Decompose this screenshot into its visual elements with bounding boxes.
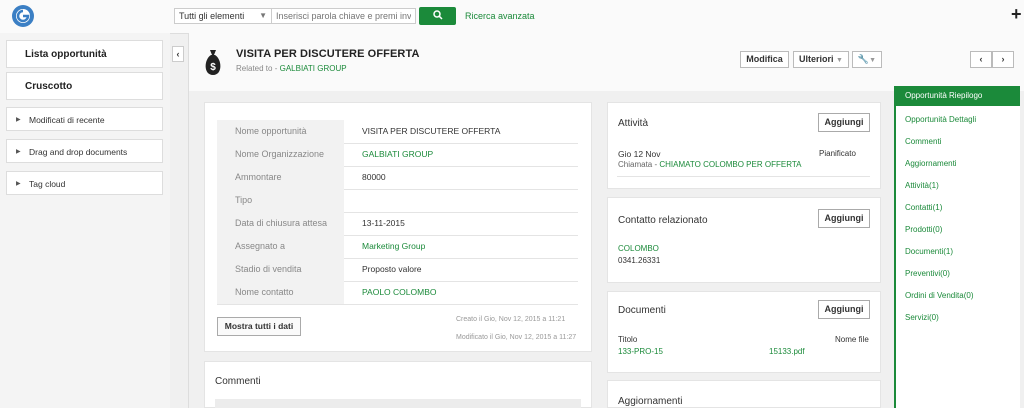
chevron-right-icon: › (1001, 54, 1005, 64)
search-scope-select[interactable]: Tutti gli elementi ▼ (174, 8, 272, 24)
activity-row: Chiamata - CHIAMATO COLOMBO PER OFFERTA (618, 160, 802, 169)
table-row: Nome Organizzazione GALBIATI GROUP (217, 143, 578, 167)
documents-title: Documenti (618, 305, 666, 316)
edit-button[interactable]: Modifica (740, 51, 789, 68)
documents-col-filename: Nome file (835, 335, 869, 344)
related-nav-products[interactable]: Prodotti(0) (905, 225, 942, 234)
related-nav-services[interactable]: Servizi(0) (905, 313, 939, 322)
related-list-nav: Opportunità Riepilogo Opportunità Dettag… (894, 86, 1020, 408)
add-activity-button[interactable]: Aggiungi (818, 113, 870, 132)
organization-link[interactable]: GALBIATI GROUP (362, 143, 433, 166)
sidebar-widget-recent[interactable]: ▶ Modificati di recente (6, 107, 163, 131)
table-row: Stadio di vendita Proposto valore (217, 258, 578, 282)
activity-date: Gio 12 Nov (618, 149, 661, 159)
table-row: Data di chiusura attesa 13-11-2015 (217, 212, 578, 236)
contact-link[interactable]: PAOLO COLOMBO (362, 281, 436, 304)
expand-triangle-icon: ▶ (16, 149, 21, 155)
related-nav-documents[interactable]: Documenti(1) (905, 247, 953, 256)
more-actions-button[interactable]: Ulteriori ▼ (793, 51, 849, 68)
table-row: Nome opportunità VISITA PER DISCUTERE OFF… (217, 120, 578, 144)
collapse-sidebar-button[interactable]: ‹ (172, 46, 184, 62)
table-row: Tipo (217, 189, 578, 213)
quick-create-plus-icon[interactable]: + (1011, 4, 1022, 25)
related-nav-quotes[interactable]: Preventivi(0) (905, 269, 950, 278)
related-to: Related to - GALBIATI GROUP (236, 64, 347, 73)
comment-input-area[interactable] (215, 399, 581, 408)
chevron-down-icon: ▼ (869, 57, 877, 64)
modified-timestamp: Modificato il Gio, Nov 12, 2015 a 11:27 (456, 334, 577, 341)
related-nav-comments[interactable]: Commenti (905, 137, 941, 146)
record-title: VISITA PER DISCUTERE OFFERTA (236, 48, 420, 60)
assigned-to-link[interactable]: Marketing Group (362, 235, 425, 258)
related-nav-details[interactable]: Opportunità Dettagli (905, 115, 976, 124)
document-file-link[interactable]: 15133.pdf (769, 347, 805, 356)
documents-col-title: Titolo (618, 335, 638, 344)
created-timestamp: Creato il Gio, Nov 12, 2015 a 11:21 (456, 316, 566, 323)
app-logo-icon[interactable] (11, 4, 35, 28)
contact-name-link[interactable]: COLOMBO (618, 244, 659, 253)
related-nav-summary[interactable]: Opportunità Riepilogo (896, 86, 1020, 106)
expand-triangle-icon: ▶ (16, 117, 21, 123)
sidebar-item-opportunity-list[interactable]: Lista opportunità (6, 40, 163, 68)
add-contact-button[interactable]: Aggiungi (818, 209, 870, 228)
previous-record-button[interactable]: ‹ (970, 51, 992, 68)
activities-title: Attività (618, 118, 649, 129)
expand-triangle-icon: ▶ (16, 181, 21, 187)
chevron-left-icon: ‹ (979, 54, 983, 64)
show-all-data-button[interactable]: Mostra tutti i dati (217, 317, 301, 336)
search-icon (432, 10, 443, 20)
related-contact-title: Contatto relazionato (618, 215, 708, 226)
table-row: Nome contatto PAOLO COLOMBO (217, 281, 578, 305)
document-title-link[interactable]: 133-PRO-15 (618, 347, 663, 356)
next-record-button[interactable]: › (992, 51, 1014, 68)
related-nav-activities[interactable]: Attività(1) (905, 181, 939, 190)
sidebar-widget-tag-cloud[interactable]: ▶ Tag cloud (6, 171, 163, 195)
divider (617, 176, 870, 177)
svg-text:$: $ (210, 62, 216, 73)
wrench-icon: 🔧 (857, 54, 870, 64)
comments-title: Commenti (215, 376, 261, 387)
sidebar-widget-drag-drop[interactable]: ▶ Drag and drop documents (6, 139, 163, 163)
related-organization-link[interactable]: GALBIATI GROUP (280, 64, 347, 73)
contact-phone: 0341.26331 (618, 256, 661, 265)
add-document-button[interactable]: Aggiungi (818, 300, 870, 319)
related-nav-updates[interactable]: Aggiornamenti (905, 159, 957, 168)
record-header (189, 33, 1024, 91)
activity-link[interactable]: CHIAMATO COLOMBO PER OFFERTA (659, 160, 801, 169)
table-row: Ammontare 80000 (217, 166, 578, 190)
updates-title: Aggiornamenti (618, 396, 683, 407)
related-nav-contacts[interactable]: Contatti(1) (905, 203, 942, 212)
settings-wrench-button[interactable]: 🔧▼ (852, 51, 882, 68)
advanced-search-link[interactable]: Ricerca avanzata (465, 11, 535, 21)
search-input[interactable] (271, 8, 416, 24)
table-row: Assegnato a Marketing Group (217, 235, 578, 259)
related-nav-sales-orders[interactable]: Ordini di Vendita(0) (905, 291, 973, 300)
chevron-down-icon: ▼ (836, 57, 843, 64)
money-bag-icon: $ (205, 50, 221, 75)
top-bar: Tutti gli elementi ▼ Ricerca avanzata + (0, 0, 1024, 34)
chevron-down-icon: ▼ (259, 11, 267, 20)
search-button[interactable] (419, 7, 456, 25)
sidebar-item-dashboard[interactable]: Cruscotto (6, 72, 163, 100)
activity-status: Pianificato (819, 149, 856, 158)
